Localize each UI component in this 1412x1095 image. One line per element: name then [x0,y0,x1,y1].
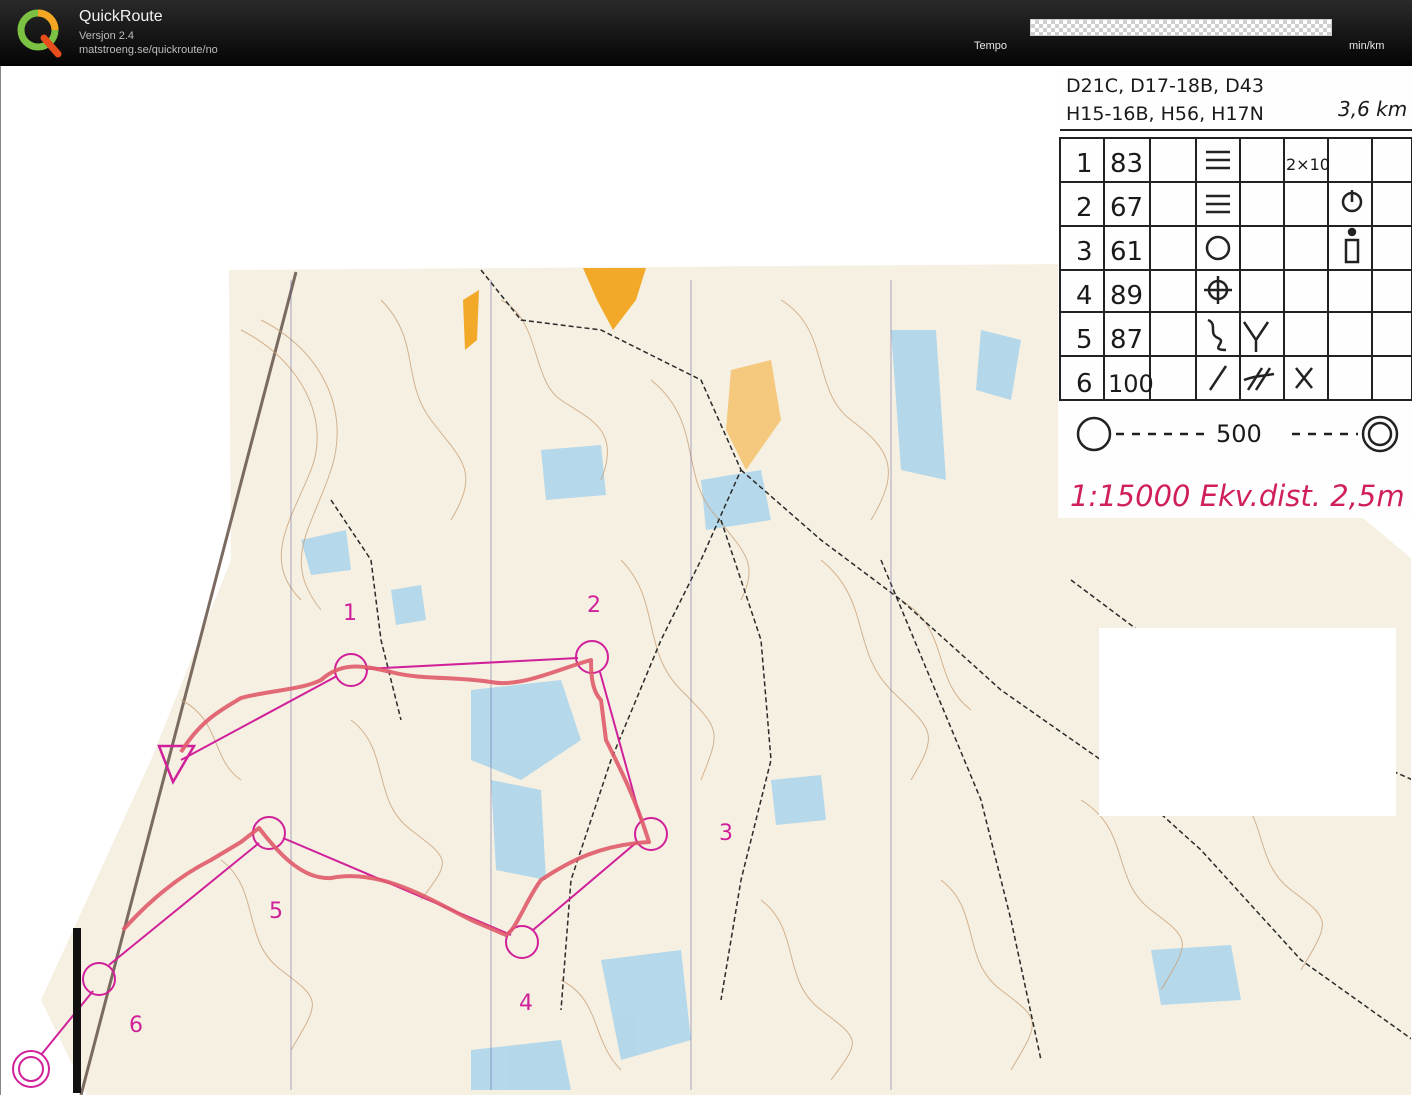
course-classes-line1: D21C, D17-18B, D43 [1066,75,1264,97]
map-margin-mark [73,928,81,1093]
map-scale-note: 1:15000 Ekv.dist. 2,5m [1070,479,1405,513]
finish-circle-inner [18,1056,44,1082]
control-number-2: 2 [587,593,601,618]
control-row-code: 100 [1108,370,1154,398]
control-number-5: 5 [269,899,283,924]
control-row-number: 2 [1076,193,1093,223]
control-description-sheet: D21C, D17-18B, D43 H15-16B, H56, H17N 3,… [1058,68,1412,518]
app-version: Versjon 2.4 [79,30,135,42]
control-row-code: 61 [1110,237,1143,267]
control-number-1: 1 [343,601,357,626]
tempo-gradient-bar[interactable] [1030,19,1332,36]
tempo-label: Tempo [974,40,1008,52]
finish-leg-distance: 500 [1216,420,1262,448]
quickroute-logo-icon [17,9,62,58]
app-url-link[interactable]: matstroeng.se/quickroute/no [79,44,218,56]
control-row-number: 1 [1076,149,1093,179]
control-row-code: 87 [1110,325,1143,355]
control-row-number: 5 [1076,325,1093,355]
control-row-code: 83 [1110,149,1143,179]
map-cutout-area [1099,628,1396,816]
control-number-4: 4 [519,991,533,1016]
control-row-code: 67 [1110,193,1143,223]
app-name: QuickRoute [79,8,163,25]
pace-unit-label: min/km [1349,40,1385,52]
course-classes-line2: H15-16B, H56, H17N [1066,103,1264,125]
control-row-code: 89 [1110,281,1143,311]
control-row-number: 3 [1076,237,1093,267]
control-row-number: 4 [1076,281,1093,311]
control-row-extra: 2×10 [1286,155,1330,174]
course-length: 3,6 km [1338,97,1407,121]
control-number-3: 3 [719,821,733,846]
control-number-6: 6 [129,1013,143,1038]
app-header: QuickRoute Versjon 2.4 matstroeng.se/qui… [0,0,1412,66]
control-row-number: 6 [1076,369,1093,399]
